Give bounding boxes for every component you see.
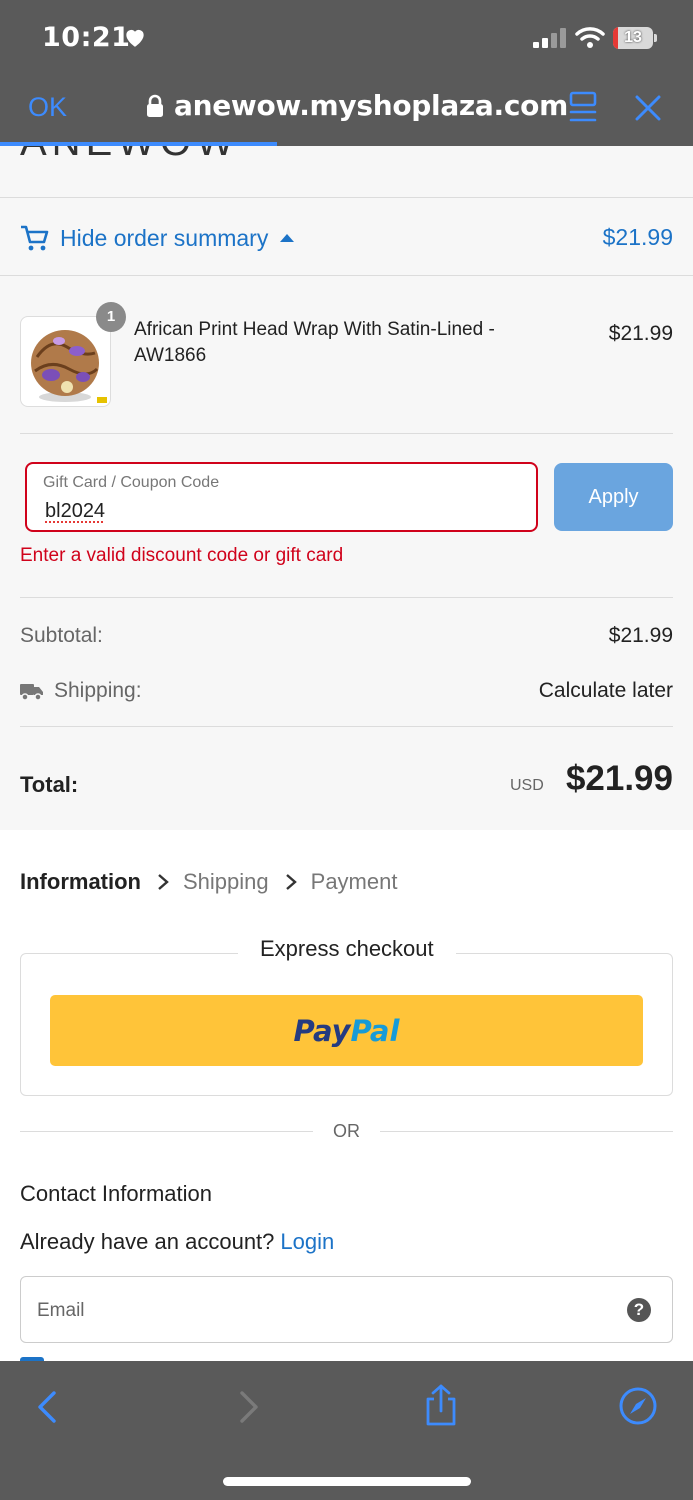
or-divider-right — [380, 1131, 673, 1132]
step-shipping[interactable]: Shipping — [183, 869, 269, 895]
paypal-logo-part1: Pay — [293, 1013, 351, 1048]
compass-icon[interactable] — [618, 1386, 658, 1426]
truck-icon — [20, 684, 43, 701]
order-summary-toggle-price: $21.99 — [602, 224, 673, 250]
wifi-icon — [575, 27, 605, 48]
coupon-error-message: Enter a valid discount code or gift card — [20, 545, 344, 566]
step-information: Information — [20, 869, 141, 894]
browser-url-bar: OK anewow.myshoplaza.com — [0, 78, 693, 146]
browser-toolbar — [0, 1361, 693, 1500]
quantity-badge: 1 — [96, 302, 126, 332]
status-bar: 10:21 13 — [0, 0, 693, 78]
status-time: 10:21 — [42, 22, 131, 53]
total-currency: USD — [510, 777, 544, 794]
divider — [20, 726, 673, 727]
divider — [0, 275, 693, 276]
or-divider-left — [20, 1131, 313, 1132]
product-name: African Print Head Wrap With Satin-Lined… — [134, 319, 495, 366]
battery-level: 13 — [624, 29, 642, 46]
total-label: Total: — [20, 772, 79, 797]
shipping-label: Shipping: — [54, 679, 142, 702]
share-icon[interactable] — [423, 1383, 459, 1427]
cellular-signal-icon — [533, 28, 566, 48]
email-input[interactable] — [37, 1297, 597, 1325]
divider — [0, 197, 693, 198]
account-prompt-text: Already have an account? — [20, 1229, 275, 1254]
order-summary-toggle[interactable]: Hide order summary — [20, 220, 295, 256]
coupon-code-label: Gift Card / Coupon Code — [43, 474, 220, 491]
page-content: ANEWOW Hide order summary $21.99 — [0, 146, 693, 1361]
shipping-value: Calculate later — [538, 679, 673, 702]
checkout-breadcrumb: Information Shipping Payment — [20, 866, 397, 898]
apply-button[interactable]: Apply — [554, 463, 673, 531]
email-field[interactable]: ? — [20, 1276, 673, 1343]
contact-information-title: Contact Information — [20, 1181, 212, 1206]
subtotal-value: $21.99 — [608, 624, 673, 647]
divider — [20, 597, 673, 598]
store-logo[interactable]: ANEWOW — [20, 146, 239, 165]
battery-icon: 13 — [613, 27, 657, 49]
product-price: $21.99 — [608, 322, 673, 345]
head-wrap-image — [31, 330, 107, 403]
step-payment[interactable]: Payment — [311, 869, 398, 895]
chevron-right-icon — [158, 874, 169, 890]
or-label: OR — [333, 1121, 360, 1141]
total-amount: $21.99 — [565, 759, 673, 798]
done-button[interactable]: OK — [28, 92, 67, 123]
home-indicator — [223, 1477, 471, 1486]
product-thumbnail — [20, 316, 111, 407]
chevron-right-icon — [285, 874, 297, 890]
help-icon[interactable]: ? — [627, 1298, 651, 1322]
close-icon[interactable] — [634, 94, 662, 122]
url-text[interactable]: anewow.myshoplaza.com — [174, 89, 568, 122]
back-icon[interactable] — [34, 1389, 62, 1425]
order-summary-toggle-label: Hide order summary — [60, 224, 269, 251]
divider — [20, 433, 673, 434]
cart-icon — [21, 225, 49, 251]
coupon-code-field[interactable]: Gift Card / Coupon Code bl2024 — [25, 462, 538, 532]
account-prompt: Already have an account? Login — [20, 1229, 334, 1255]
forward-icon[interactable] — [234, 1389, 262, 1425]
paypal-logo-part2: Pal — [350, 1013, 400, 1048]
coupon-code-value[interactable]: bl2024 — [45, 500, 105, 523]
caret-up-icon — [280, 234, 295, 242]
express-checkout-title: Express checkout — [238, 936, 456, 962]
paypal-button[interactable]: Pay Pal — [50, 995, 643, 1066]
lock-icon — [147, 94, 163, 117]
subtotal-label: Subtotal: — [20, 624, 103, 647]
login-link[interactable]: Login — [280, 1229, 334, 1254]
heart-icon — [126, 29, 144, 47]
reader-icon[interactable] — [569, 91, 597, 123]
